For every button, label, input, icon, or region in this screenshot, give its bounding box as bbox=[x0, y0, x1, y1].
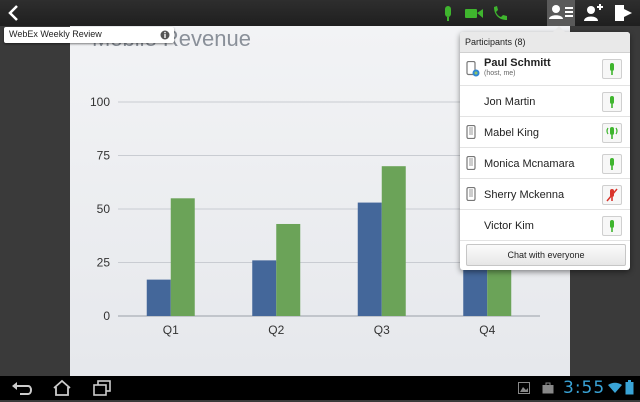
back-button[interactable] bbox=[4, 2, 24, 24]
mic-on-icon[interactable] bbox=[602, 154, 622, 174]
wifi-icon bbox=[608, 382, 622, 393]
y-tick-label: 0 bbox=[103, 309, 110, 323]
home-icon bbox=[53, 379, 71, 396]
status-clock: 3:55 bbox=[563, 378, 606, 398]
meeting-toolbar bbox=[0, 0, 640, 26]
participants-panel: Participants (8) Paul Schmitt (host, me) J… bbox=[460, 26, 630, 270]
add-participant-icon bbox=[584, 4, 603, 21]
participant-row[interactable]: Jon Martin bbox=[460, 86, 630, 117]
phone-icon bbox=[466, 124, 476, 140]
participants-icon bbox=[549, 5, 573, 19]
video-icon bbox=[465, 9, 483, 18]
participant-name: Jon Martin bbox=[484, 96, 536, 108]
participant-row[interactable]: Victor Kim bbox=[460, 210, 630, 241]
leave-meeting-icon bbox=[615, 5, 632, 21]
wifi-status bbox=[608, 381, 622, 399]
participant-row[interactable]: Sherry Mckenna bbox=[460, 179, 630, 210]
bar bbox=[252, 260, 277, 316]
phone-globe-icon bbox=[466, 60, 480, 77]
meeting-title-tooltip[interactable]: WebEx Weekly Review bbox=[4, 27, 174, 43]
add-participant-button[interactable] bbox=[583, 3, 603, 23]
phone-icon bbox=[466, 186, 476, 202]
briefcase-notification[interactable] bbox=[542, 381, 554, 399]
mic-on-icon[interactable] bbox=[602, 59, 622, 79]
gallery-icon bbox=[518, 382, 530, 394]
back-icon bbox=[8, 5, 18, 21]
mic-on-icon[interactable] bbox=[602, 216, 622, 236]
battery-icon bbox=[625, 380, 634, 395]
nav-back-button[interactable] bbox=[10, 379, 34, 402]
video-button[interactable] bbox=[464, 3, 484, 23]
leave-meeting-button[interactable] bbox=[614, 3, 634, 23]
recent-apps-icon bbox=[93, 380, 111, 396]
participants-header: Participants (8) bbox=[460, 32, 630, 53]
battery-status bbox=[625, 380, 634, 400]
x-tick-label: Q2 bbox=[268, 323, 284, 337]
phone-icon bbox=[494, 6, 507, 20]
participant-name: Monica Mcnamara bbox=[484, 158, 575, 170]
meeting-title: WebEx Weekly Review bbox=[9, 29, 102, 39]
participant-row[interactable]: Mabel King bbox=[460, 117, 630, 148]
participant-name: Sherry Mckenna bbox=[484, 189, 565, 201]
mic-icon bbox=[445, 6, 451, 21]
participant-name: Victor Kim bbox=[484, 220, 534, 232]
participant-row[interactable]: Monica Mcnamara bbox=[460, 148, 630, 179]
participant-name: Mabel King bbox=[484, 127, 540, 139]
participant-row[interactable]: Paul Schmitt (host, me) bbox=[460, 53, 630, 86]
audio-call-button[interactable] bbox=[491, 3, 509, 23]
y-tick-label: 100 bbox=[90, 95, 110, 109]
x-tick-label: Q1 bbox=[163, 323, 179, 337]
mic-button[interactable] bbox=[443, 3, 453, 23]
system-navigation-bar: 3:55 bbox=[0, 376, 640, 400]
x-tick-label: Q3 bbox=[374, 323, 390, 337]
participants-button[interactable] bbox=[547, 0, 575, 26]
y-tick-label: 75 bbox=[97, 149, 111, 163]
bar bbox=[381, 166, 406, 316]
mic-on-icon[interactable] bbox=[602, 92, 622, 112]
participant-role: (host, me) bbox=[484, 70, 516, 77]
mic-muted-icon[interactable] bbox=[602, 185, 622, 205]
info-icon[interactable] bbox=[160, 30, 170, 40]
bar bbox=[170, 198, 195, 316]
back-icon bbox=[12, 382, 32, 395]
phone-icon bbox=[466, 155, 476, 171]
briefcase-icon bbox=[542, 382, 554, 394]
y-tick-label: 50 bbox=[97, 202, 111, 216]
x-tick-label: Q4 bbox=[479, 323, 495, 337]
mic-speaking-icon[interactable] bbox=[602, 123, 622, 143]
nav-recent-apps-button[interactable] bbox=[92, 379, 112, 402]
y-tick-label: 25 bbox=[97, 256, 111, 270]
participant-name: Paul Schmitt bbox=[484, 57, 551, 69]
nav-home-button[interactable] bbox=[52, 379, 72, 402]
chat-with-everyone-button[interactable]: Chat with everyone bbox=[466, 244, 626, 266]
gallery-notification[interactable] bbox=[518, 381, 530, 399]
bar bbox=[276, 223, 301, 316]
bar bbox=[357, 202, 382, 316]
participants-count-label: Participants (8) bbox=[465, 37, 526, 47]
bar bbox=[146, 279, 171, 316]
participants-list: Paul Schmitt (host, me) Jon Martin Mabel Ki… bbox=[460, 53, 630, 241]
